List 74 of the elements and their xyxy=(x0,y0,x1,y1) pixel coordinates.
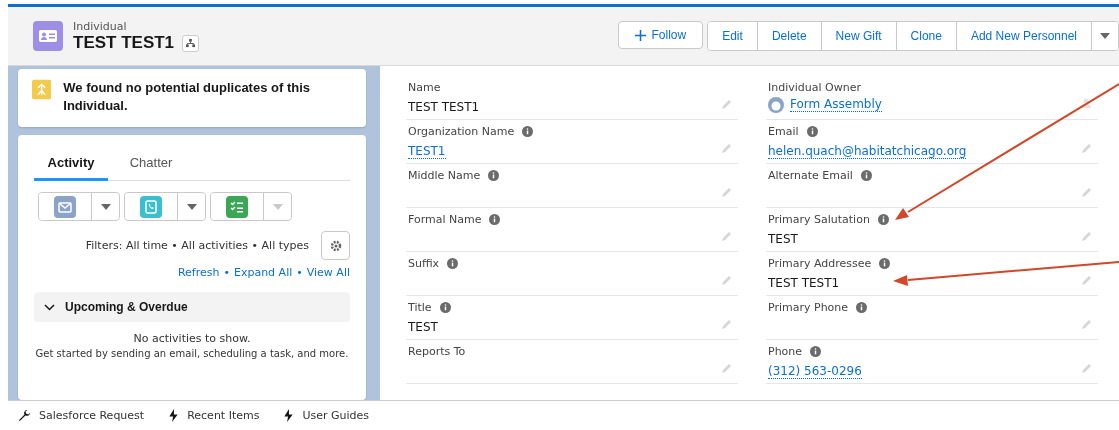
activity-link[interactable]: View All xyxy=(306,266,350,279)
activity-link[interactable]: Refresh xyxy=(177,266,220,279)
caret-icon xyxy=(100,203,111,210)
follow-button[interactable]: Follow xyxy=(617,21,704,49)
chevron-icon xyxy=(44,303,55,311)
info-icon[interactable] xyxy=(447,258,459,269)
field-label: Name xyxy=(408,81,441,94)
info-icon[interactable] xyxy=(522,126,534,137)
wrench-icon xyxy=(18,409,31,422)
info-icon[interactable] xyxy=(810,346,822,357)
info-icon[interactable] xyxy=(806,126,818,137)
field-label: Primary Addressee xyxy=(768,257,872,270)
composer-menu-button[interactable] xyxy=(91,193,119,220)
envelope-icon xyxy=(54,195,76,218)
info-icon[interactable] xyxy=(877,214,889,225)
field-label: Email xyxy=(768,125,799,138)
field-label: Middle Name xyxy=(408,169,481,182)
field-value: TEST TEST1 xyxy=(768,276,840,290)
hierarchy-button[interactable] xyxy=(182,34,200,52)
empty-text: Get started by sending an email, scheduling a task, and more. xyxy=(34,348,350,359)
lightning-icon xyxy=(168,409,180,422)
info-icon[interactable] xyxy=(860,170,872,181)
field-label: Primary Phone xyxy=(768,301,849,314)
info-icon[interactable] xyxy=(856,302,868,313)
field-value[interactable]: (312) 563-0296 xyxy=(768,364,862,379)
field-value: TEST xyxy=(768,232,798,246)
field-value: TEST xyxy=(408,320,438,334)
field-label: Primary Salutation xyxy=(768,213,870,226)
checklist-icon xyxy=(226,195,248,218)
tab[interactable]: Chatter xyxy=(114,149,188,181)
plus-icon xyxy=(634,29,646,41)
contact-card-icon xyxy=(33,21,63,51)
lightning-icon xyxy=(283,409,295,422)
duplicates-message: We found no potential duplicates of this Individual. xyxy=(63,79,312,115)
utility-item[interactable]: User Guides xyxy=(283,409,370,422)
phone-book-icon xyxy=(140,195,162,218)
info-icon[interactable] xyxy=(879,258,891,269)
field-label: Formal Name xyxy=(408,213,482,226)
field-label: Individual Owner xyxy=(768,81,861,94)
caret-icon xyxy=(186,203,197,210)
settings-icon xyxy=(329,239,342,252)
field-label: Alternate Email xyxy=(768,169,853,182)
settings-button[interactable] xyxy=(321,231,350,260)
info-icon[interactable] xyxy=(488,170,500,181)
utility-item[interactable]: Salesforce Request xyxy=(18,409,145,422)
field-label: Suffix xyxy=(408,257,440,270)
merge-icon xyxy=(32,79,52,100)
person-icon[interactable] xyxy=(1080,96,1092,109)
field-label: Phone xyxy=(768,345,803,358)
info-icon[interactable] xyxy=(489,214,501,225)
info-icon[interactable] xyxy=(439,302,451,313)
activity-link[interactable]: Expand All xyxy=(233,266,293,279)
utility-item[interactable]: Recent Items xyxy=(168,409,260,422)
hierarchy-icon xyxy=(186,38,196,48)
filters-text: Filters: All time • All activities • All types xyxy=(85,239,309,252)
field-value[interactable]: helen.quach@habitatchicago.org xyxy=(768,144,967,159)
field-value[interactable]: Form Assembly xyxy=(790,97,882,112)
field-label: Title xyxy=(408,301,432,314)
field-value: TEST TEST1 xyxy=(408,100,480,114)
separator-dot: • xyxy=(223,266,230,279)
empty-title: No activities to show. xyxy=(132,332,252,345)
tab[interactable]: Activity xyxy=(34,149,108,181)
record-title: TEST TEST1 xyxy=(73,32,175,53)
field-label: Organization Name xyxy=(408,125,515,138)
caret-icon xyxy=(272,203,283,210)
avatar-icon xyxy=(768,97,784,113)
separator-dot: • xyxy=(296,266,303,279)
field-label: Reports To xyxy=(408,345,466,358)
caret-icon xyxy=(1100,33,1110,39)
object-type: Individual xyxy=(73,19,128,33)
section-header[interactable]: Upcoming & Overdue xyxy=(34,292,350,322)
field-value[interactable]: TEST1 xyxy=(408,144,446,159)
more-actions-button[interactable] xyxy=(1091,22,1118,50)
composer-menu-button[interactable] xyxy=(177,193,205,220)
